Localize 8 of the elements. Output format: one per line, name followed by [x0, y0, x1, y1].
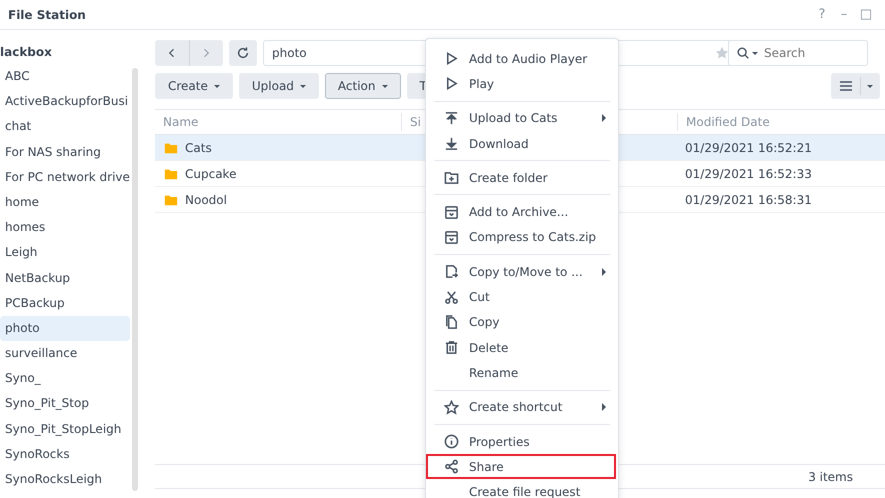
modified-date: 01/29/2021 16:52:33: [685, 166, 812, 180]
item-count: 3 items: [808, 468, 854, 486]
window-title: File Station: [8, 6, 86, 24]
file-name: Cupcake: [185, 166, 236, 182]
file-name: Noodol: [185, 192, 227, 208]
file-name: Cats: [185, 140, 212, 156]
modified-date: 01/29/2021 16:58:31: [685, 192, 812, 206]
modified-date: 01/29/2021 16:52:21: [685, 140, 812, 154]
